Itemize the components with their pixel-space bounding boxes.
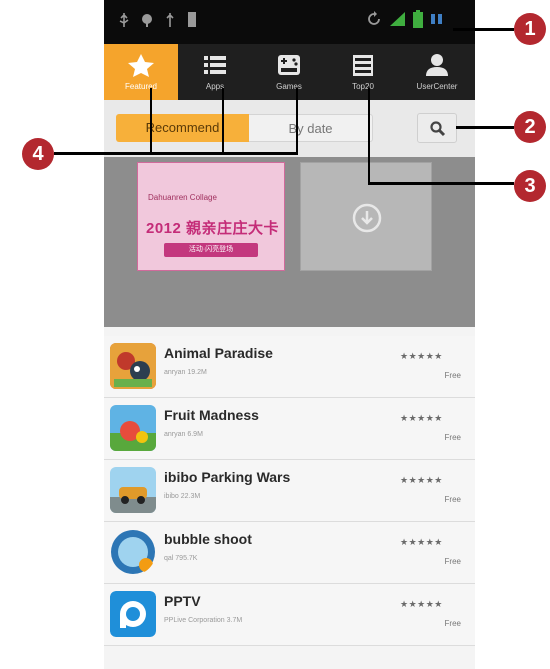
list-icon xyxy=(204,56,226,74)
top-chart-icon xyxy=(353,55,373,76)
search-icon xyxy=(430,121,446,137)
tab-label: Featured xyxy=(124,82,158,91)
tab-label: Top20 xyxy=(352,82,374,91)
phone-screen: Featured Apps Games Top20 UserCenter Rec… xyxy=(104,0,475,669)
promo-title: 2012 親亲庄庄大卡 xyxy=(146,220,280,237)
app-name: bubble shoot xyxy=(164,531,252,547)
app-meta: anryan 6.9M xyxy=(164,431,203,438)
app-list: Animal Paradise anryan 19.2M ★★★★★ Free … xyxy=(104,336,475,646)
user-icon xyxy=(426,54,448,76)
rating-stars: ★★★★★ xyxy=(400,599,443,609)
clock-icon xyxy=(431,14,442,24)
app-icon xyxy=(110,529,156,575)
callout-3: 3 xyxy=(514,170,546,202)
leader-line-3-vertical xyxy=(368,88,370,183)
search-button[interactable] xyxy=(417,113,457,143)
app-icon xyxy=(110,405,156,451)
app-price: Free xyxy=(444,619,461,628)
app-icon xyxy=(110,467,156,513)
callout-2: 2 xyxy=(514,111,546,143)
rating-stars: ★★★★★ xyxy=(400,537,443,547)
app-name: ibibo Parking Wars xyxy=(164,469,291,485)
list-item[interactable]: Animal Paradise anryan 19.2M ★★★★★ Free xyxy=(104,336,475,398)
star-icon xyxy=(128,54,154,77)
tab-bar: Featured Apps Games Top20 UserCenter xyxy=(104,44,475,100)
app-icon xyxy=(110,343,156,389)
app-name: Fruit Madness xyxy=(164,407,259,423)
tab-apps[interactable]: Apps xyxy=(178,44,252,100)
leader-line-1 xyxy=(453,28,514,31)
app-price: Free xyxy=(444,433,461,442)
tab-featured[interactable]: Featured xyxy=(104,44,178,100)
tab-label: UserCenter xyxy=(416,82,458,91)
leader-line-4-b xyxy=(222,88,224,153)
rating-stars: ★★★★★ xyxy=(400,413,443,423)
rating-stars: ★★★★★ xyxy=(400,351,443,361)
tab-label: Games xyxy=(276,82,302,91)
callout-4: 4 xyxy=(22,138,54,170)
promo-caption: Dahuanren Collage xyxy=(148,193,217,202)
app-price: Free xyxy=(444,495,461,504)
leader-line-4-c xyxy=(296,88,298,153)
leader-line-4 xyxy=(54,152,298,155)
promo-subtitle: 活动·闪亮登场 xyxy=(164,243,258,257)
app-meta: ibibo 22.3M xyxy=(164,493,201,500)
leader-line-2 xyxy=(456,126,514,129)
app-name: Animal Paradise xyxy=(164,345,273,361)
app-name: PPTV xyxy=(164,593,201,609)
app-price: Free xyxy=(444,371,461,380)
recommend-tab[interactable]: Recommend xyxy=(116,114,249,142)
leader-line-3 xyxy=(368,182,514,185)
download-icon xyxy=(352,203,382,233)
app-price: Free xyxy=(444,557,461,566)
app-meta: qal 795.7K xyxy=(164,555,198,562)
gamepad-icon xyxy=(278,55,300,75)
list-item[interactable]: bubble shoot qal 795.7K ★★★★★ Free xyxy=(104,522,475,584)
app-meta: PPLive Corporation 3.7M xyxy=(164,617,243,624)
tab-label: Apps xyxy=(205,82,225,91)
leader-line-4-a xyxy=(150,88,152,153)
list-item[interactable]: ibibo Parking Wars ibibo 22.3M ★★★★★ Fre… xyxy=(104,460,475,522)
sd-card-icon xyxy=(188,12,196,27)
tab-top20[interactable]: Top20 xyxy=(326,44,400,100)
android-debug-icon xyxy=(142,14,152,27)
status-bar xyxy=(104,0,475,44)
usb-icon xyxy=(119,13,129,27)
usb-icon xyxy=(166,13,174,27)
filter-bar: Recommend By date xyxy=(104,100,475,157)
signal-icon xyxy=(390,12,405,26)
banner-placeholder[interactable] xyxy=(300,162,432,271)
list-item[interactable]: Fruit Madness anryan 6.9M ★★★★★ Free xyxy=(104,398,475,460)
app-icon xyxy=(110,591,156,637)
list-item[interactable]: PPTV PPLive Corporation 3.7M ★★★★★ Free xyxy=(104,584,475,646)
tab-games[interactable]: Games xyxy=(252,44,326,100)
app-meta: anryan 19.2M xyxy=(164,369,207,376)
by-date-tab[interactable]: By date xyxy=(249,114,373,142)
rating-stars: ★★★★★ xyxy=(400,475,443,485)
sync-icon xyxy=(368,11,380,25)
battery-icon xyxy=(413,10,423,28)
promo-banner[interactable]: Dahuanren Collage 2012 親亲庄庄大卡 活动·闪亮登场 xyxy=(137,162,285,271)
callout-1: 1 xyxy=(514,13,546,45)
tab-usercenter[interactable]: UserCenter xyxy=(400,44,474,100)
